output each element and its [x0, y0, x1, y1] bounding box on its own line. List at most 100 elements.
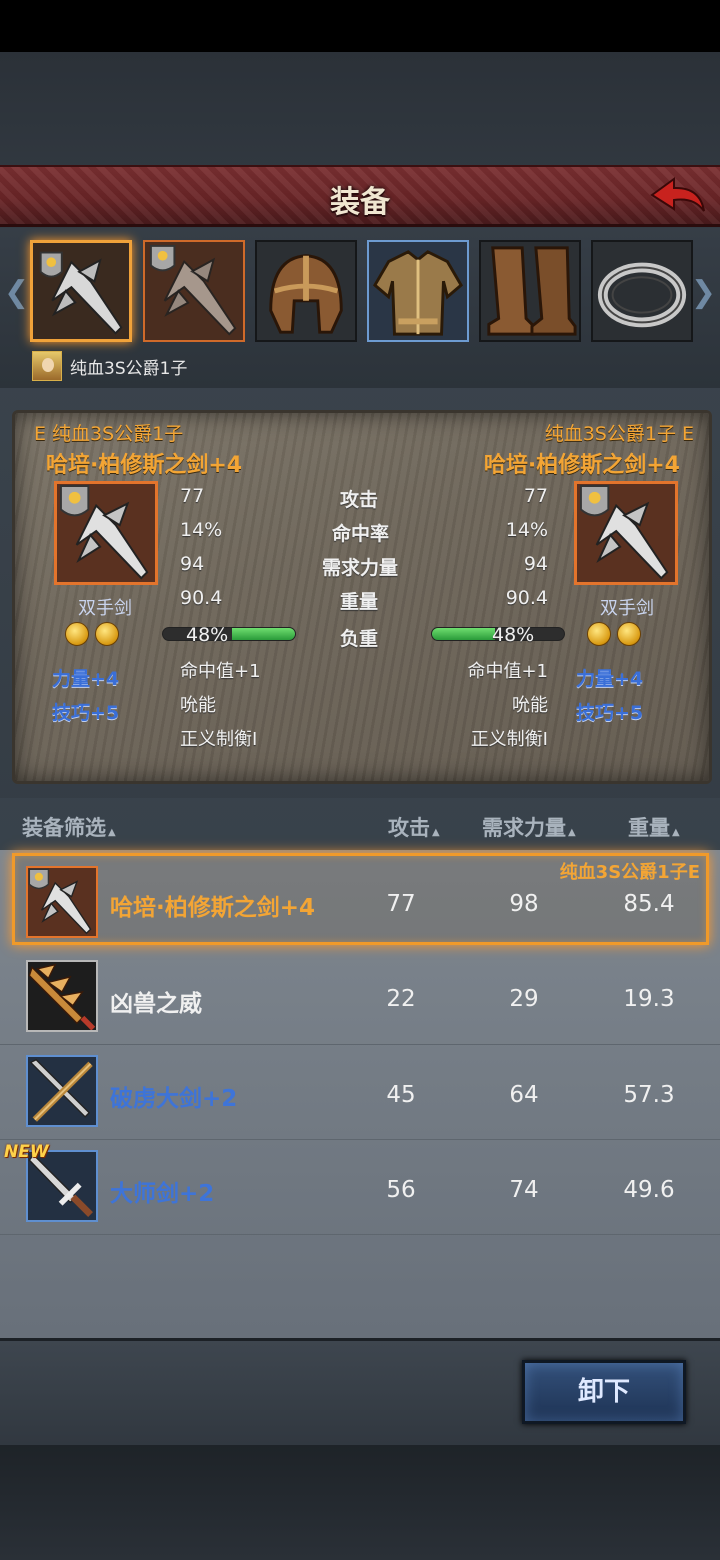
- label-str-req: 需求力量: [322, 557, 399, 579]
- right-hit-rate: 14%: [505, 519, 548, 541]
- left-item-type: 双手剑: [78, 598, 132, 619]
- slot-armor[interactable]: [367, 240, 469, 342]
- great-sword-icon: [29, 1058, 93, 1122]
- slot-helmet[interactable]: [255, 240, 357, 342]
- row-attack: 56: [386, 1177, 416, 1203]
- left-attack: 77: [180, 485, 205, 507]
- new-badge: NEW: [4, 1142, 49, 1162]
- row-attack: 22: [386, 986, 416, 1012]
- weight-header-label: 重量: [628, 816, 670, 840]
- right-weight: 90.4: [505, 587, 548, 609]
- label-weight: 重量: [340, 591, 379, 613]
- row-item-icon: [26, 866, 98, 938]
- right-effect-2: 吮能: [512, 695, 548, 716]
- right-bonus-2: 技巧+5: [576, 702, 644, 724]
- left-gem-slot-icon: [65, 622, 89, 646]
- attack-header-label: 攻击: [388, 816, 430, 840]
- row-str-req: 29: [509, 986, 539, 1012]
- two-handed-sword-icon: [579, 484, 669, 580]
- sort-attack-button[interactable]: 攻击 ▲: [388, 812, 440, 842]
- left-item-name: 哈培·柏修斯之剑+4: [46, 453, 243, 478]
- master-sword-icon: [28, 1153, 93, 1217]
- slot-ring[interactable]: [591, 240, 693, 342]
- row-owner-tag: 纯血3S公爵1子E: [559, 862, 700, 883]
- left-load-bar-fill: [231, 628, 295, 640]
- right-bonus-1: 力量+4: [576, 668, 644, 690]
- str-req-header-label: 需求力量: [482, 816, 566, 840]
- filter-label: 装备筛选: [22, 816, 106, 840]
- row-attack: 45: [386, 1082, 416, 1108]
- left-load: 48%: [186, 624, 229, 646]
- two-handed-sword-icon: [39, 251, 123, 335]
- boots-icon: [487, 246, 577, 336]
- sort-filter-button[interactable]: 装备筛选 ▲: [22, 812, 116, 842]
- back-arrow-icon: [650, 177, 705, 212]
- ring-icon: [597, 262, 687, 328]
- sort-arrow-icon: ▲: [432, 827, 440, 838]
- right-owner-label: 纯血3S公爵1子 E: [544, 423, 694, 445]
- beast-blade-icon: [28, 963, 96, 1031]
- right-attack: 77: [523, 485, 548, 507]
- left-effect-2: 吮能: [180, 695, 216, 716]
- slots-prev-arrow-icon[interactable]: ❮: [4, 275, 29, 310]
- slots-next-arrow-icon[interactable]: ❯: [691, 275, 716, 310]
- left-hit-rate: 14%: [180, 519, 223, 541]
- right-load-bar-fill: [432, 628, 496, 640]
- left-bonus-2: 技巧+5: [52, 702, 120, 724]
- row-str-req: 74: [509, 1177, 539, 1203]
- sort-arrow-icon: ▲: [108, 827, 116, 838]
- right-gem-slot-icon: [587, 622, 611, 646]
- avatar: [32, 351, 62, 381]
- left-owner-label: E 纯血3S公爵1子: [34, 423, 184, 445]
- page-title: 装备: [330, 185, 390, 220]
- slot-weapon-off[interactable]: [143, 240, 245, 342]
- row-item-name: 大师剑+2: [110, 1181, 215, 1207]
- left-load-bar: [162, 627, 296, 641]
- row-item-name: 凶兽之威: [110, 991, 202, 1017]
- right-effect-1: 命中值+1: [467, 661, 548, 682]
- header-bar: 装备: [0, 165, 720, 227]
- two-handed-sword-icon: [149, 244, 237, 336]
- row-str-req: 98: [509, 891, 539, 917]
- armor-icon: [372, 250, 464, 336]
- right-item-icon: [574, 481, 678, 585]
- right-effect-3: 正义制衡I: [470, 729, 548, 750]
- left-weight: 90.4: [180, 587, 223, 609]
- left-item-icon: [54, 481, 158, 585]
- two-handed-sword-icon: [28, 868, 92, 935]
- row-weight: 57.3: [623, 1082, 675, 1108]
- sort-arrow-icon: ▲: [672, 827, 680, 838]
- label-hit-rate: 命中率: [332, 523, 390, 545]
- label-load: 负重: [340, 628, 379, 650]
- slot-boots[interactable]: [479, 240, 581, 342]
- row-weight: 49.6: [623, 1177, 675, 1203]
- row-str-req: 64: [509, 1082, 539, 1108]
- slot-weapon-main[interactable]: [30, 240, 132, 342]
- sort-arrow-icon: ▲: [568, 827, 576, 838]
- sort-str-req-button[interactable]: 需求力量 ▲: [482, 812, 576, 842]
- row-item-icon: [26, 1055, 98, 1127]
- left-effect-1: 命中值+1: [180, 661, 261, 682]
- right-str-req: 94: [523, 553, 548, 575]
- row-weight: 85.4: [623, 891, 675, 917]
- right-item-type: 双手剑: [600, 598, 654, 619]
- right-load: 48%: [492, 624, 535, 646]
- row-weight: 19.3: [623, 986, 675, 1012]
- sort-weight-button[interactable]: 重量 ▲: [628, 812, 680, 842]
- two-handed-sword-icon: [59, 484, 149, 580]
- left-bonus-1: 力量+4: [52, 668, 120, 690]
- left-gem-slot-icon: [95, 622, 119, 646]
- bottom-area: [0, 1445, 720, 1560]
- back-button[interactable]: [648, 173, 708, 221]
- row-attack: 77: [386, 891, 416, 917]
- owner-name: 纯血3S公爵1子: [70, 358, 188, 379]
- helmet-icon: [269, 254, 343, 334]
- label-attack: 攻击: [340, 489, 379, 511]
- row-item-name: 哈培·柏修斯之剑+4: [110, 895, 316, 921]
- unload-button[interactable]: 卸下: [522, 1360, 686, 1424]
- status-bar: [0, 0, 720, 52]
- left-effect-3: 正义制衡I: [180, 729, 258, 750]
- right-item-name: 哈培·柏修斯之剑+4: [483, 453, 680, 478]
- owner-info: 纯血3S公爵1子: [32, 350, 187, 382]
- row-item-icon: [26, 960, 98, 1032]
